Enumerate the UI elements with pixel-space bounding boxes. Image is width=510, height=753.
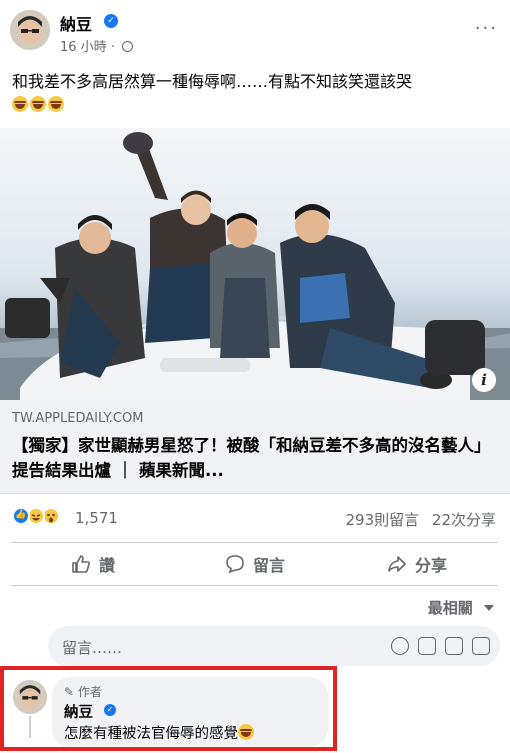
thread-line	[29, 716, 31, 738]
author-badge: ✎ 作者	[64, 683, 102, 700]
comment-count[interactable]: 293則留言	[345, 511, 419, 529]
meta-separator: ·	[110, 40, 115, 55]
post-stats: 1,571 293則留言 22次分享	[0, 504, 510, 534]
author-badge-label: 作者	[77, 685, 102, 699]
laughing-emoji-icon	[48, 96, 64, 112]
comment-body: 怎麼有種被法官侮辱的感覺	[64, 726, 238, 742]
more-options-icon[interactable]: ···	[475, 18, 498, 39]
comment-sort-dropdown[interactable]: 最相關	[428, 597, 494, 618]
action-bar: 讚 留言 分享	[12, 542, 498, 586]
sticker-icon[interactable]	[472, 637, 490, 655]
share-count[interactable]: 22次分享	[432, 511, 496, 529]
comment-input-icons	[391, 637, 490, 655]
post-text: 和我差不多高居然算一種侮辱啊……有點不知該笑還該哭	[12, 70, 502, 116]
verified-badge-icon: ✓	[104, 14, 118, 28]
laughing-emoji-icon	[238, 724, 254, 740]
share-arrow-icon	[388, 556, 406, 572]
like-reaction-icon[interactable]	[12, 507, 30, 525]
reaction-count[interactable]: 1,571	[75, 509, 118, 527]
comment-placeholder: 留言……	[62, 639, 123, 657]
link-preview-meta[interactable]: TW.APPLEDAILY.COM 【獨家】家世顯赫男星怒了！被酸「和納豆差不多…	[0, 400, 510, 494]
link-domain: TW.APPLEDAILY.COM	[12, 411, 144, 426]
share-label: 分享	[414, 556, 447, 575]
comment-bubble: ✎ 作者 納豆 ✓ 怎麼有種被法官侮辱的感覺	[52, 677, 328, 747]
post-body: 和我差不多高居然算一種侮辱啊……有點不知該笑還該哭	[12, 72, 413, 91]
like-button[interactable]: 讚	[12, 543, 174, 585]
link-preview-image[interactable]: i	[0, 128, 510, 400]
comment-input[interactable]: 留言……	[48, 626, 500, 666]
highlighted-comment: ✎ 作者 納豆 ✓ 怎麼有種被法官侮辱的感覺	[0, 666, 337, 751]
comment-author-avatar[interactable]	[13, 680, 47, 714]
post-meta: 16 小時 ·	[60, 36, 134, 55]
sort-label: 最相關	[427, 599, 473, 617]
comment-button[interactable]: 留言	[174, 543, 336, 585]
verified-badge-icon: ✓	[104, 704, 116, 716]
comment-label: 留言	[252, 556, 285, 575]
info-icon[interactable]: i	[472, 368, 496, 392]
gif-icon[interactable]	[445, 637, 463, 655]
laughing-emoji-icon	[12, 96, 28, 112]
thumbs-up-icon	[72, 555, 90, 573]
laughing-emoji-icon	[30, 96, 46, 112]
share-button[interactable]: 分享	[336, 543, 498, 585]
post-author-name[interactable]: 納豆	[60, 11, 92, 35]
speech-bubble-icon	[226, 555, 244, 574]
globe-icon	[122, 41, 134, 52]
like-label: 讚	[98, 556, 115, 575]
comment-text: 怎麼有種被法官侮辱的感覺	[64, 722, 256, 743]
pencil-icon: ✎	[64, 685, 75, 699]
link-title[interactable]: 【獨家】家世顯赫男星怒了！被酸「和納豆差不多高的沒名藝人」 提告結果出爐 ｜ 蘋…	[12, 433, 500, 483]
author-avatar[interactable]	[10, 10, 50, 50]
comment-author-name[interactable]: 納豆	[64, 701, 93, 722]
post-header: 納豆 ✓ 16 小時 · ···	[0, 0, 510, 60]
caret-down-icon	[484, 605, 494, 611]
emoji-icon[interactable]	[391, 637, 409, 655]
stats-right: 293則留言 22次分享	[337, 509, 496, 530]
camera-icon[interactable]	[418, 637, 436, 655]
post-timestamp[interactable]: 16 小時	[60, 40, 107, 55]
